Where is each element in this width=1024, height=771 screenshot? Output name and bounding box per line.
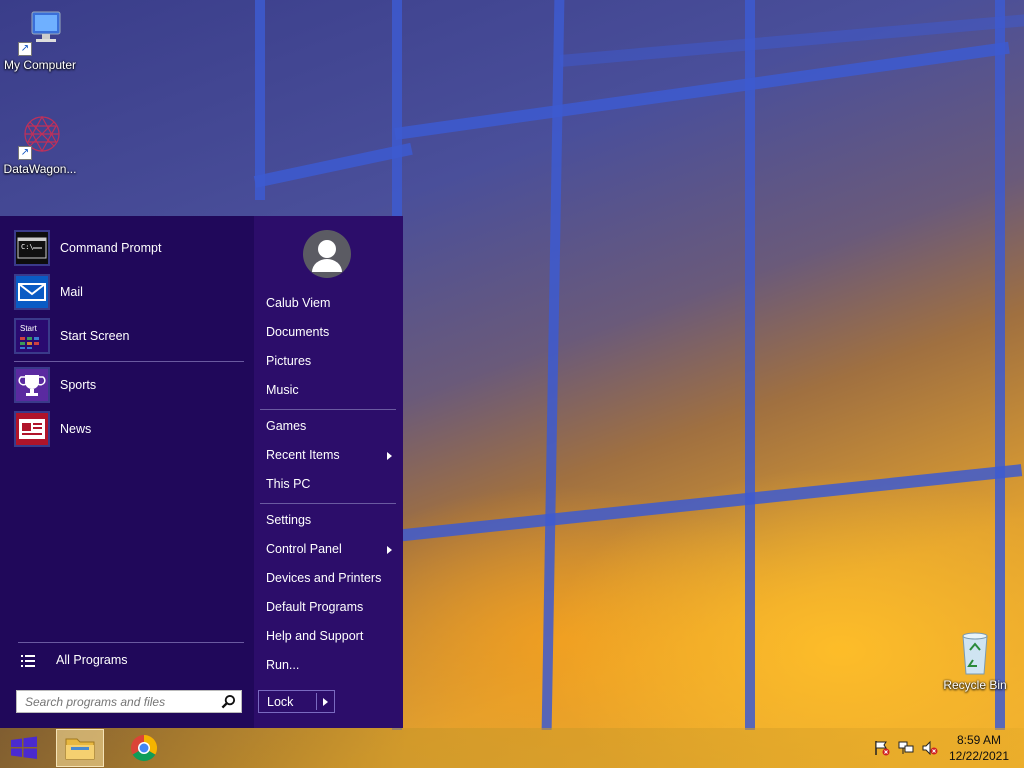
desktop-icon-my-computer[interactable]: ↗ My Computer [0, 10, 80, 72]
power-options-arrow-icon[interactable] [323, 698, 328, 706]
start-screen-icon: Start [14, 318, 50, 354]
places-item-label: Help and Support [266, 629, 364, 643]
user-name: Calub Viem [266, 296, 331, 310]
places-item-documents[interactable]: Documents [266, 325, 396, 345]
pinned-separator [14, 361, 244, 362]
mail-icon [14, 274, 50, 310]
search-icon[interactable] [221, 694, 236, 709]
pinned-item-label: Sports [60, 378, 97, 392]
pinned-item-start-screen[interactable]: Start Start Screen [14, 318, 244, 354]
pinned-item-label: News [60, 422, 92, 436]
lock-label: Lock [267, 695, 294, 709]
list-icon [21, 655, 35, 667]
taskbar-clock[interactable]: 8:59 AM 12/22/2021 [944, 732, 1014, 764]
lock-button[interactable]: Lock [258, 690, 335, 713]
places-item-label: Documents [266, 325, 330, 339]
desktop-icon-label: My Computer [3, 58, 77, 72]
places-item-label: Default Programs [266, 600, 364, 614]
start-button[interactable] [0, 728, 48, 768]
user-icon [312, 240, 342, 272]
pinned-item-label: Start Screen [60, 329, 130, 343]
taskbar-file-explorer[interactable] [56, 729, 104, 767]
action-center-flag-icon[interactable] [873, 740, 891, 756]
pinned-item-label: Mail [60, 285, 83, 299]
shortcut-arrow-icon: ↗ [18, 42, 32, 56]
desktop-icon-label: Recycle Bin [943, 678, 1007, 692]
command-prompt-icon: C:\ [14, 230, 50, 266]
places-item-music[interactable]: Music [266, 383, 396, 403]
volume-muted-icon[interactable] [921, 740, 939, 756]
places-item-devices-printers[interactable]: Devices and Printers [266, 571, 396, 591]
svg-text:C:\: C:\ [21, 243, 34, 251]
taskbar: 8:59 AM 12/22/2021 [0, 728, 1024, 768]
folder-icon [65, 738, 95, 760]
pinned-item-sports[interactable]: Sports [14, 367, 244, 403]
datawagon-icon: ↗ [16, 114, 64, 160]
places-item-label: Pictures [266, 354, 312, 368]
places-separator [260, 503, 396, 504]
windows-logo-icon [11, 736, 37, 759]
places-item-user[interactable]: Calub Viem [266, 296, 396, 316]
pinned-item-label: Command Prompt [60, 241, 162, 255]
places-item-pictures[interactable]: Pictures [266, 354, 396, 374]
taskbar-chrome[interactable] [120, 729, 168, 767]
search-box [16, 690, 242, 713]
chrome-icon [131, 734, 158, 762]
places-item-label: Music [266, 383, 299, 397]
desktop-icon-datawagon[interactable]: ↗ DataWagon... [0, 114, 80, 176]
places-item-label: Games [266, 419, 307, 433]
places-item-games[interactable]: Games [266, 419, 396, 439]
clock-time: 8:59 AM [956, 733, 1002, 747]
places-item-recent-items[interactable]: Recent Items [266, 448, 396, 468]
trophy-icon [14, 367, 50, 403]
user-avatar[interactable] [303, 230, 351, 278]
start-menu-places-column: Calub Viem Documents Pictures Music Game… [254, 216, 403, 728]
lock-button-divider [316, 693, 317, 710]
places-separator [260, 409, 396, 410]
clock-date: 12/22/2021 [948, 749, 1010, 763]
places-item-help-support[interactable]: Help and Support [266, 629, 396, 649]
all-programs-button[interactable]: All Programs [14, 650, 244, 672]
desktop-icon-label: DataWagon... [3, 162, 77, 176]
places-item-this-pc[interactable]: This PC [266, 477, 396, 497]
start-menu: C:\ Command Prompt Mail Start Start Scre… [0, 216, 403, 728]
start-menu-pinned-column: C:\ Command Prompt Mail Start Start Scre… [0, 216, 254, 728]
places-item-settings[interactable]: Settings [266, 513, 396, 533]
submenu-arrow-icon [387, 452, 392, 460]
network-icon[interactable] [897, 740, 915, 756]
pinned-item-news[interactable]: News [14, 411, 244, 447]
places-item-label: Devices and Printers [266, 571, 382, 585]
places-item-label: Control Panel [266, 542, 342, 556]
recycle-bin-icon [951, 630, 999, 676]
places-item-label: This PC [266, 477, 311, 491]
all-programs-label: All Programs [56, 653, 128, 667]
news-icon [14, 411, 50, 447]
computer-icon: ↗ [16, 10, 64, 56]
places-item-control-panel[interactable]: Control Panel [266, 542, 396, 562]
places-item-label: Settings [266, 513, 312, 527]
search-input[interactable] [23, 691, 217, 713]
places-item-label: Run... [266, 658, 300, 672]
pinned-item-command-prompt[interactable]: C:\ Command Prompt [14, 230, 244, 266]
shortcut-arrow-icon: ↗ [18, 146, 32, 160]
places-item-label: Recent Items [266, 448, 340, 462]
places-item-run[interactable]: Run... [266, 658, 396, 678]
desktop-icon-recycle-bin[interactable]: Recycle Bin [935, 630, 1015, 692]
pinned-item-mail[interactable]: Mail [14, 274, 244, 310]
submenu-arrow-icon [387, 546, 392, 554]
all-programs-separator [18, 642, 244, 643]
places-item-default-programs[interactable]: Default Programs [266, 600, 396, 620]
